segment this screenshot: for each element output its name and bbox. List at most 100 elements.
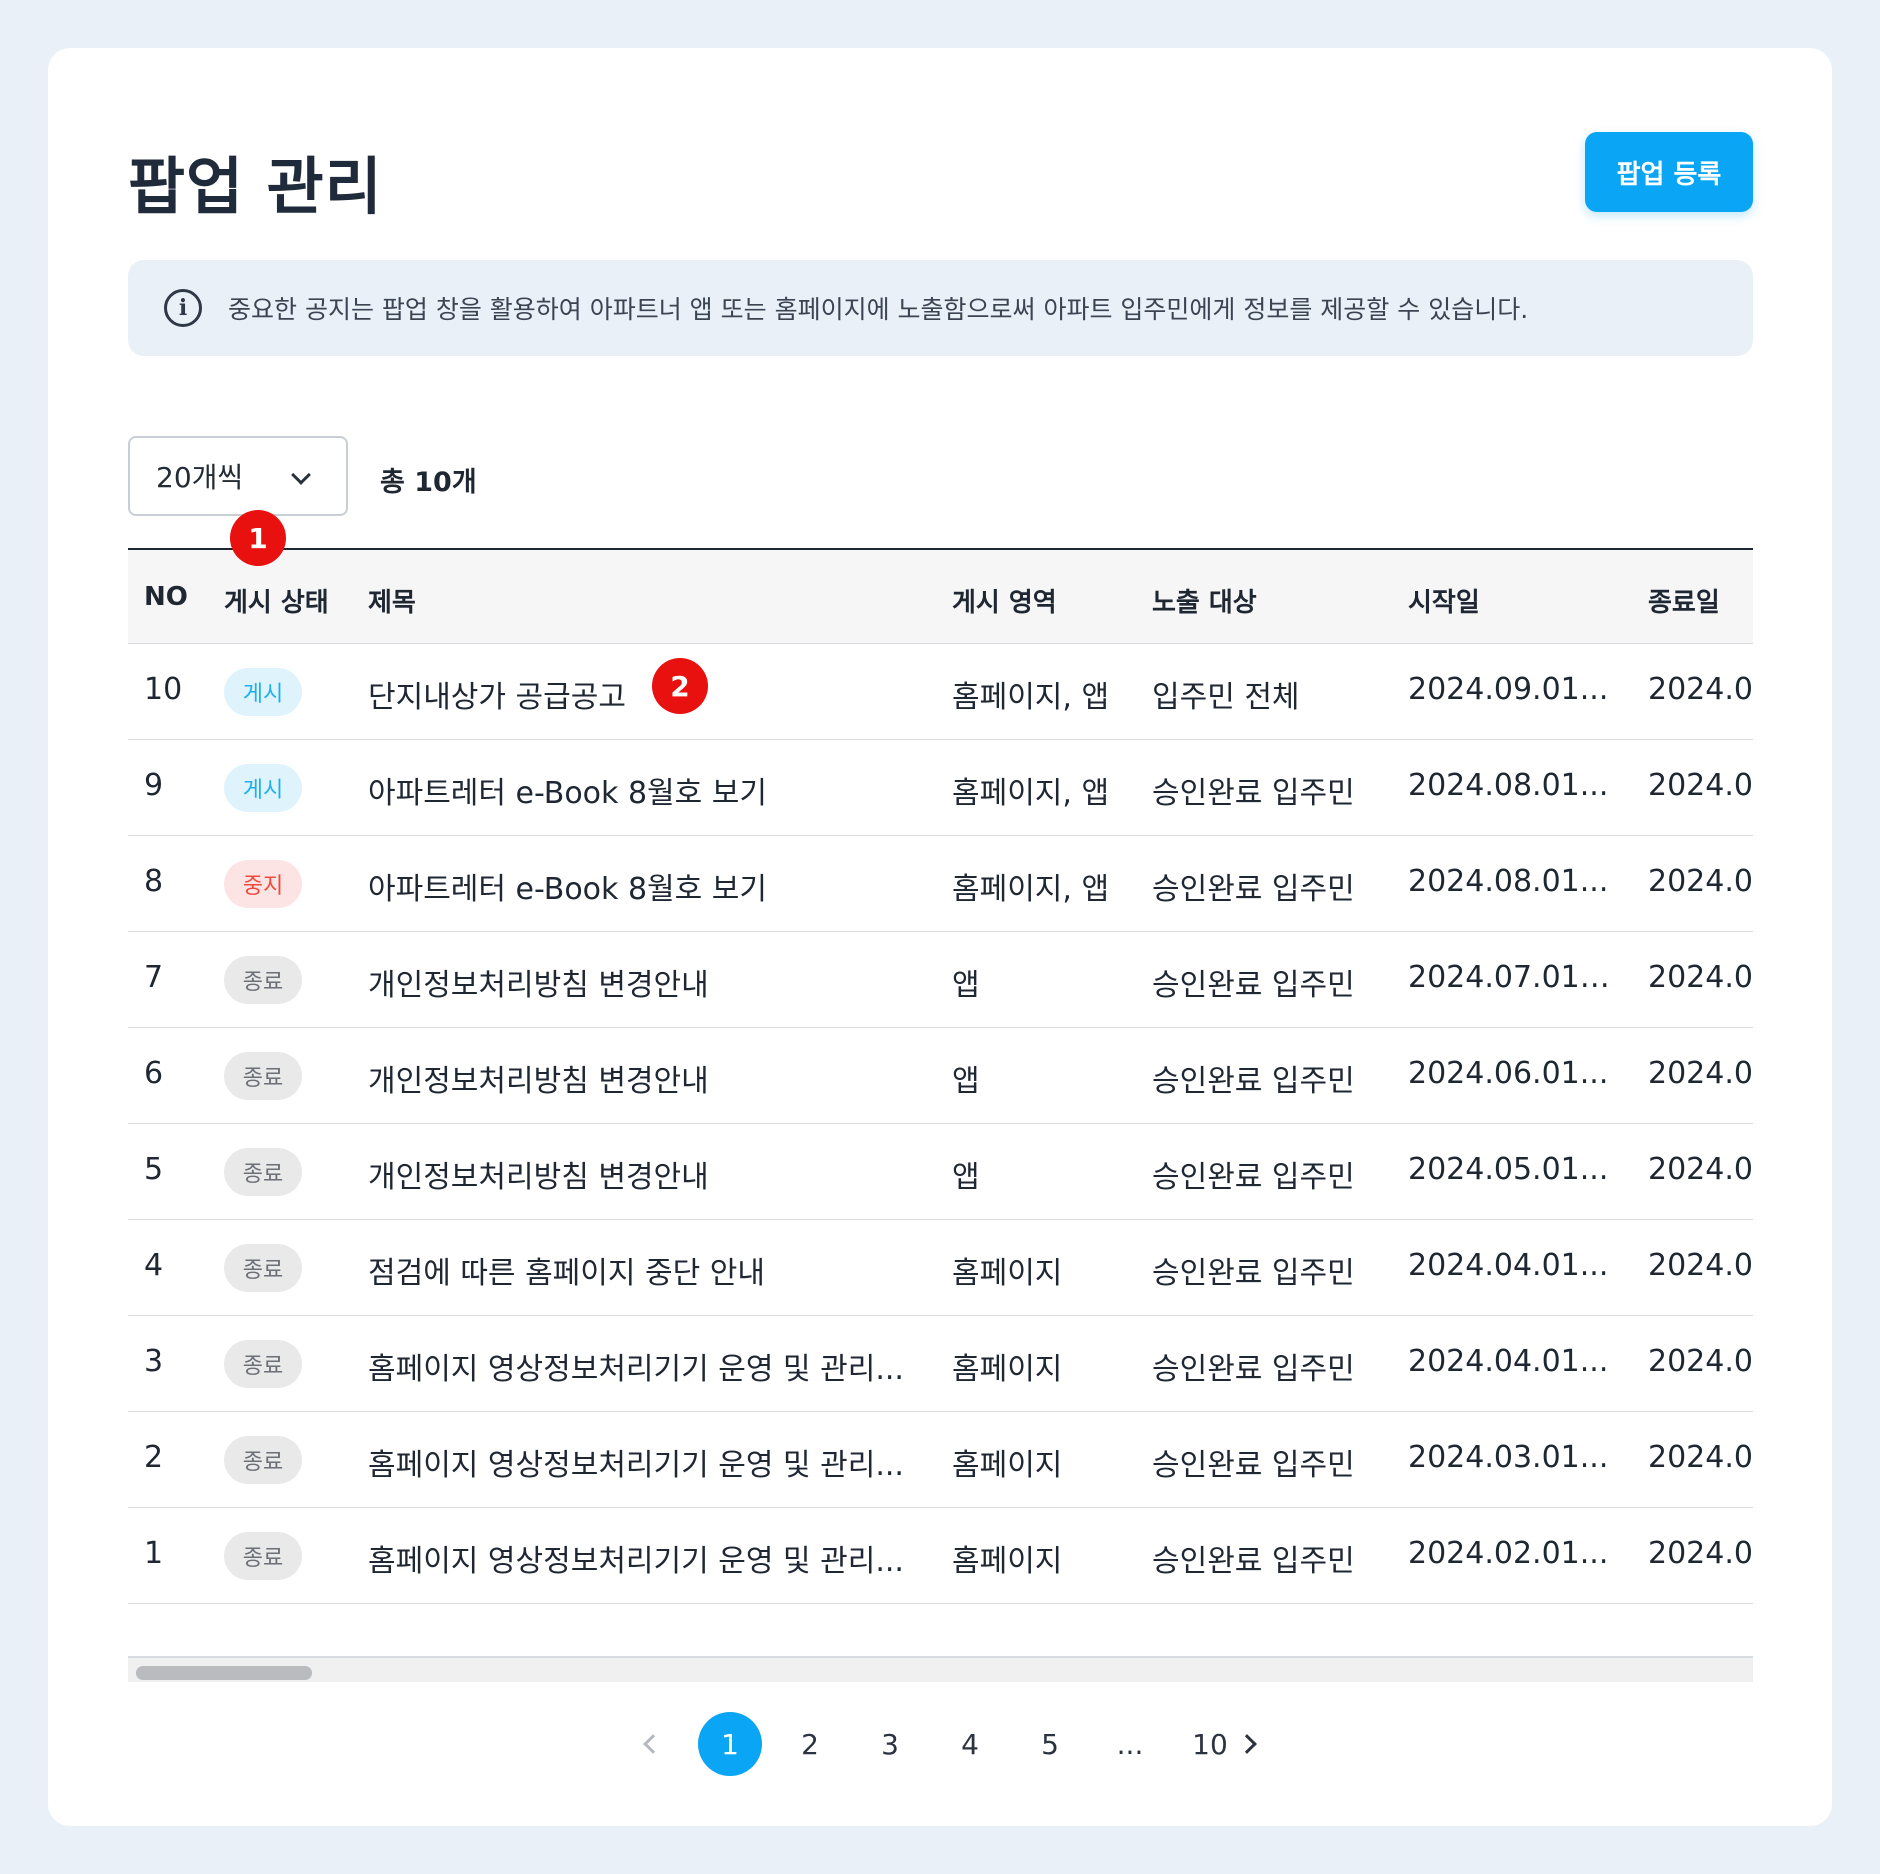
page-title: 팝업 관리 bbox=[128, 150, 383, 223]
status-badge: 종료 bbox=[224, 1244, 302, 1292]
scrollbar-thumb[interactable] bbox=[136, 1666, 312, 1680]
column-header-title: 제목 bbox=[368, 588, 416, 618]
row-target: 승인완료 입주민 bbox=[1152, 1256, 1355, 1291]
status-badge: 종료 bbox=[224, 1148, 302, 1196]
column-header-start: 시작일 bbox=[1408, 588, 1480, 618]
info-icon: i bbox=[164, 289, 202, 327]
page-number-button[interactable]: 2 bbox=[778, 1712, 842, 1776]
table-row[interactable]: 9 게시 아파트레터 e-Book 8월호 보기 홈페이지, 앱 승인완료 입주민 202… bbox=[128, 740, 1753, 836]
row-target: 입주민 전체 bbox=[1152, 680, 1300, 715]
row-number: 6 bbox=[144, 1056, 164, 1091]
status-badge: 종료 bbox=[224, 1052, 302, 1100]
table-row[interactable]: 5 종료 개인정보처리방침 변경안내 앱 승인완료 입주민 2024.05.01... 20… bbox=[128, 1124, 1753, 1220]
page-number-button[interactable]: 5 bbox=[1018, 1712, 1082, 1776]
row-start-date: 2024.07.01 0... bbox=[1408, 960, 1618, 995]
row-end-date: 2024.0 bbox=[1648, 768, 1753, 803]
row-number: 10 bbox=[144, 672, 183, 707]
row-start-date: 2024.02.01... bbox=[1408, 1536, 1609, 1571]
status-badge: 종료 bbox=[224, 956, 302, 1004]
chevron-left-icon bbox=[643, 1734, 663, 1754]
row-title[interactable]: 점검에 따른 홈페이지 중단 안내 bbox=[368, 1248, 908, 1292]
row-end-date: 2024.0 bbox=[1648, 1536, 1753, 1571]
row-title[interactable]: 개인정보처리방침 변경안내 bbox=[368, 1056, 908, 1100]
row-target: 승인완료 입주민 bbox=[1152, 1448, 1355, 1483]
page-number-button[interactable]: 10 bbox=[1178, 1712, 1242, 1776]
table-header: NO 게시 상태 제목 게시 영역 노출 대상 시작일 종료일 bbox=[128, 548, 1753, 644]
row-area: 앱 bbox=[952, 1160, 980, 1195]
row-end-date: 2024.0 bbox=[1648, 672, 1753, 707]
row-title[interactable]: 아파트레터 e-Book 8월호 보기 bbox=[368, 864, 908, 908]
row-title[interactable]: 홈페이지 영상정보처리기기 운영 및 관리... bbox=[368, 1440, 908, 1484]
row-title[interactable]: 개인정보처리방침 변경안내 bbox=[368, 960, 908, 1004]
row-start-date: 2024.04.01... bbox=[1408, 1344, 1609, 1379]
column-header-status: 게시 상태 bbox=[224, 588, 329, 618]
column-header-area: 게시 영역 bbox=[952, 588, 1057, 618]
row-area: 홈페이지 bbox=[952, 1256, 1063, 1291]
row-title[interactable]: 개인정보처리방침 변경안내 bbox=[368, 1152, 908, 1196]
table-row[interactable]: 1 종료 홈페이지 영상정보처리기기 운영 및 관리... 홈페이지 승인완료 입주민 2… bbox=[128, 1508, 1753, 1604]
table-row[interactable]: 10 게시 단지내상가 공급공고 홈페이지, 앱 입주민 전체 2024.09.01...… bbox=[128, 644, 1753, 740]
status-badge: 종료 bbox=[224, 1436, 302, 1484]
row-end-date: 2024.0 bbox=[1648, 1440, 1753, 1475]
table-row[interactable]: 4 종료 점검에 따른 홈페이지 중단 안내 홈페이지 승인완료 입주민 2024.04.… bbox=[128, 1220, 1753, 1316]
row-number: 3 bbox=[144, 1344, 164, 1379]
status-badge: 종료 bbox=[224, 1340, 302, 1388]
row-area: 앱 bbox=[952, 968, 980, 1003]
row-area: 앱 bbox=[952, 1064, 980, 1099]
row-area: 홈페이지, 앱 bbox=[952, 872, 1110, 907]
row-area: 홈페이지 bbox=[952, 1352, 1063, 1387]
notice-text: 중요한 공지는 팝업 창을 활용하여 아파트너 앱 또는 홈페이지에 노출함으로… bbox=[228, 295, 1529, 324]
register-popup-button[interactable]: 팝업 등록 bbox=[1585, 132, 1753, 212]
row-number: 1 bbox=[144, 1536, 164, 1571]
page-size-value: 20개씩 bbox=[156, 461, 244, 494]
page-size-select[interactable]: 20개씩 bbox=[128, 436, 348, 516]
column-header-end: 종료일 bbox=[1648, 588, 1720, 618]
row-target: 승인완료 입주민 bbox=[1152, 1352, 1355, 1387]
row-area: 홈페이지 bbox=[952, 1544, 1063, 1579]
popup-table: NO 게시 상태 제목 게시 영역 노출 대상 시작일 종료일 10 게시 단지내상… bbox=[128, 548, 1753, 1682]
status-badge: 게시 bbox=[224, 764, 302, 812]
column-header-no: NO bbox=[144, 582, 188, 612]
popup-management-card: 팝업 관리 팝업 등록 i 중요한 공지는 팝업 창을 활용하여 아파트너 앱 … bbox=[48, 48, 1832, 1826]
row-start-date: 2024.06.01... bbox=[1408, 1056, 1609, 1091]
row-start-date: 2024.05.01... bbox=[1408, 1152, 1609, 1187]
row-number: 9 bbox=[144, 768, 164, 803]
status-badge: 중지 bbox=[224, 860, 302, 908]
row-end-date: 2024.0 bbox=[1648, 1344, 1753, 1379]
horizontal-scrollbar[interactable] bbox=[128, 1656, 1753, 1682]
row-end-date: 2024.0 bbox=[1648, 960, 1753, 995]
row-title[interactable]: 홈페이지 영상정보처리기기 운영 및 관리... bbox=[368, 1536, 908, 1580]
row-number: 5 bbox=[144, 1152, 164, 1187]
row-area: 홈페이지, 앱 bbox=[952, 776, 1110, 811]
pagination: 1 2 3 4 5... 10 bbox=[48, 1712, 1832, 1782]
table-row[interactable]: 8 중지 아파트레터 e-Book 8월호 보기 홈페이지, 앱 승인완료 입주민 202… bbox=[128, 836, 1753, 932]
row-end-date: 2024.0 bbox=[1648, 1056, 1753, 1091]
row-target: 승인완료 입주민 bbox=[1152, 1544, 1355, 1579]
page-number-button[interactable]: 3 bbox=[858, 1712, 922, 1776]
table-row[interactable]: 6 종료 개인정보처리방침 변경안내 앱 승인완료 입주민 2024.06.01... 20… bbox=[128, 1028, 1753, 1124]
page-number-button[interactable]: 4 bbox=[938, 1712, 1002, 1776]
prev-page-button[interactable] bbox=[618, 1712, 682, 1776]
row-target: 승인완료 입주민 bbox=[1152, 1064, 1355, 1099]
row-title[interactable]: 단지내상가 공급공고 bbox=[368, 672, 908, 716]
table-row[interactable]: 7 종료 개인정보처리방침 변경안내 앱 승인완료 입주민 2024.07.01 0...… bbox=[128, 932, 1753, 1028]
notice-box: i 중요한 공지는 팝업 창을 활용하여 아파트너 앱 또는 홈페이지에 노출함… bbox=[128, 260, 1753, 356]
row-number: 7 bbox=[144, 960, 164, 995]
status-badge: 게시 bbox=[224, 668, 302, 716]
row-target: 승인완료 입주민 bbox=[1152, 968, 1355, 1003]
row-area: 홈페이지, 앱 bbox=[952, 680, 1110, 715]
page-number-button[interactable]: 1 bbox=[698, 1712, 762, 1776]
row-target: 승인완료 입주민 bbox=[1152, 1160, 1355, 1195]
row-number: 2 bbox=[144, 1440, 164, 1475]
row-title[interactable]: 아파트레터 e-Book 8월호 보기 bbox=[368, 768, 908, 812]
row-start-date: 2024.08.01... bbox=[1408, 768, 1609, 803]
row-number: 8 bbox=[144, 864, 164, 899]
row-number: 4 bbox=[144, 1248, 164, 1283]
row-start-date: 2024.03.01... bbox=[1408, 1440, 1609, 1475]
table-row[interactable]: 2 종료 홈페이지 영상정보처리기기 운영 및 관리... 홈페이지 승인완료 입주민 2… bbox=[128, 1412, 1753, 1508]
row-end-date: 2024.0 bbox=[1648, 864, 1753, 899]
row-title[interactable]: 홈페이지 영상정보처리기기 운영 및 관리... bbox=[368, 1344, 908, 1388]
table-row[interactable]: 3 종료 홈페이지 영상정보처리기기 운영 및 관리... 홈페이지 승인완료 입주민 2… bbox=[128, 1316, 1753, 1412]
row-start-date: 2024.08.01... bbox=[1408, 864, 1609, 899]
page-ellipsis: ... bbox=[1116, 1727, 1144, 1761]
